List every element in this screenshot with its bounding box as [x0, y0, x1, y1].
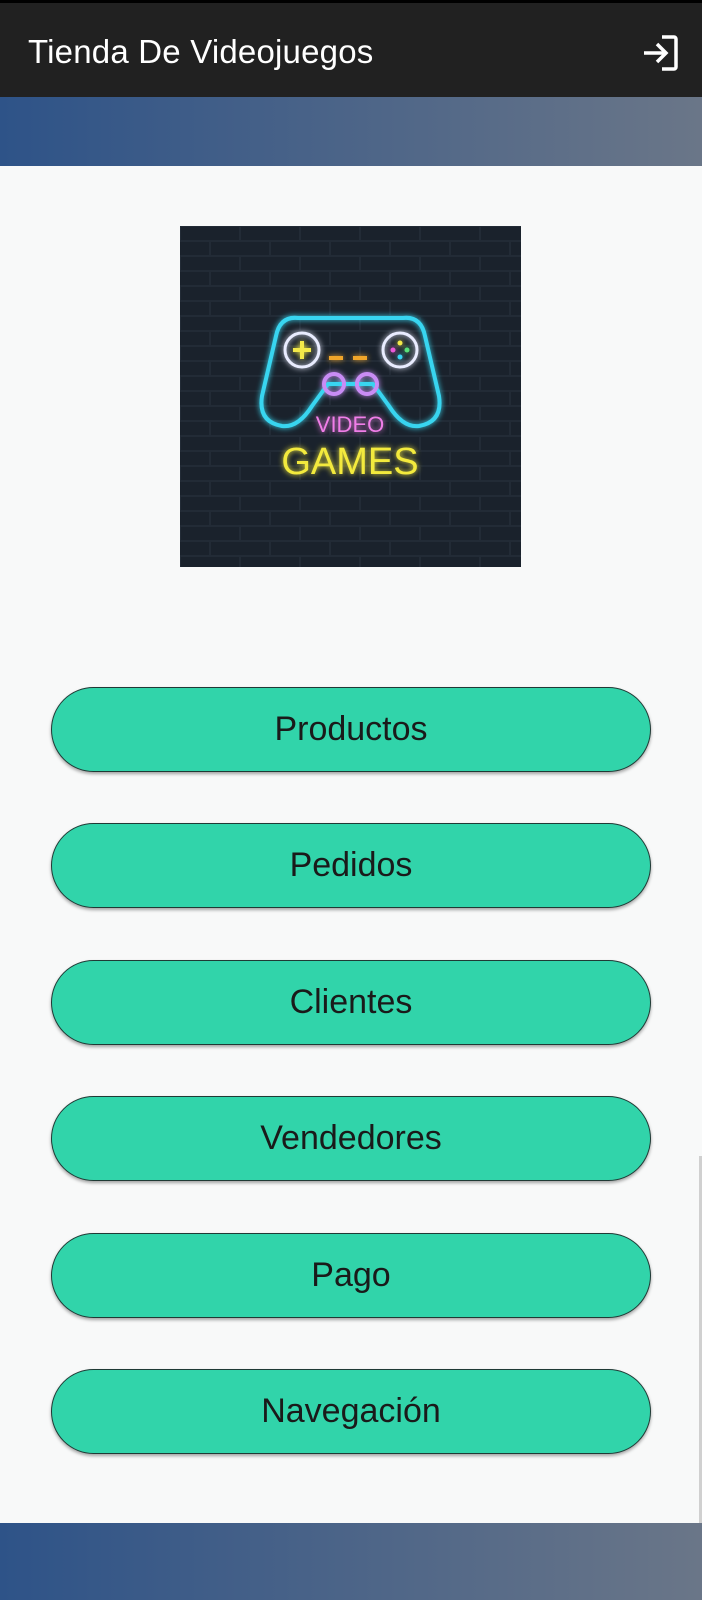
app-bar: Tienda De Videojuegos — [0, 0, 702, 97]
pago-button[interactable]: Pago — [51, 1233, 651, 1318]
productos-button[interactable]: Productos — [51, 687, 651, 772]
vendedores-button[interactable]: Vendedores — [51, 1096, 651, 1181]
navegacion-button[interactable]: Navegación — [51, 1369, 651, 1454]
app-title: Tienda De Videojuegos — [28, 33, 374, 70]
logo-text-video: VIDEO — [316, 412, 384, 437]
footer-gradient-band — [0, 1523, 702, 1600]
logo-text-games: GAMES — [281, 441, 418, 483]
pedidos-button[interactable]: Pedidos — [51, 823, 651, 908]
login-icon — [644, 35, 678, 71]
video-games-logo: VIDEO GAMES — [180, 226, 521, 567]
clientes-button[interactable]: Clientes — [51, 960, 651, 1045]
header-gradient-band — [0, 97, 702, 166]
login-button[interactable] — [640, 33, 680, 73]
logo-graphic: VIDEO GAMES — [180, 226, 521, 567]
